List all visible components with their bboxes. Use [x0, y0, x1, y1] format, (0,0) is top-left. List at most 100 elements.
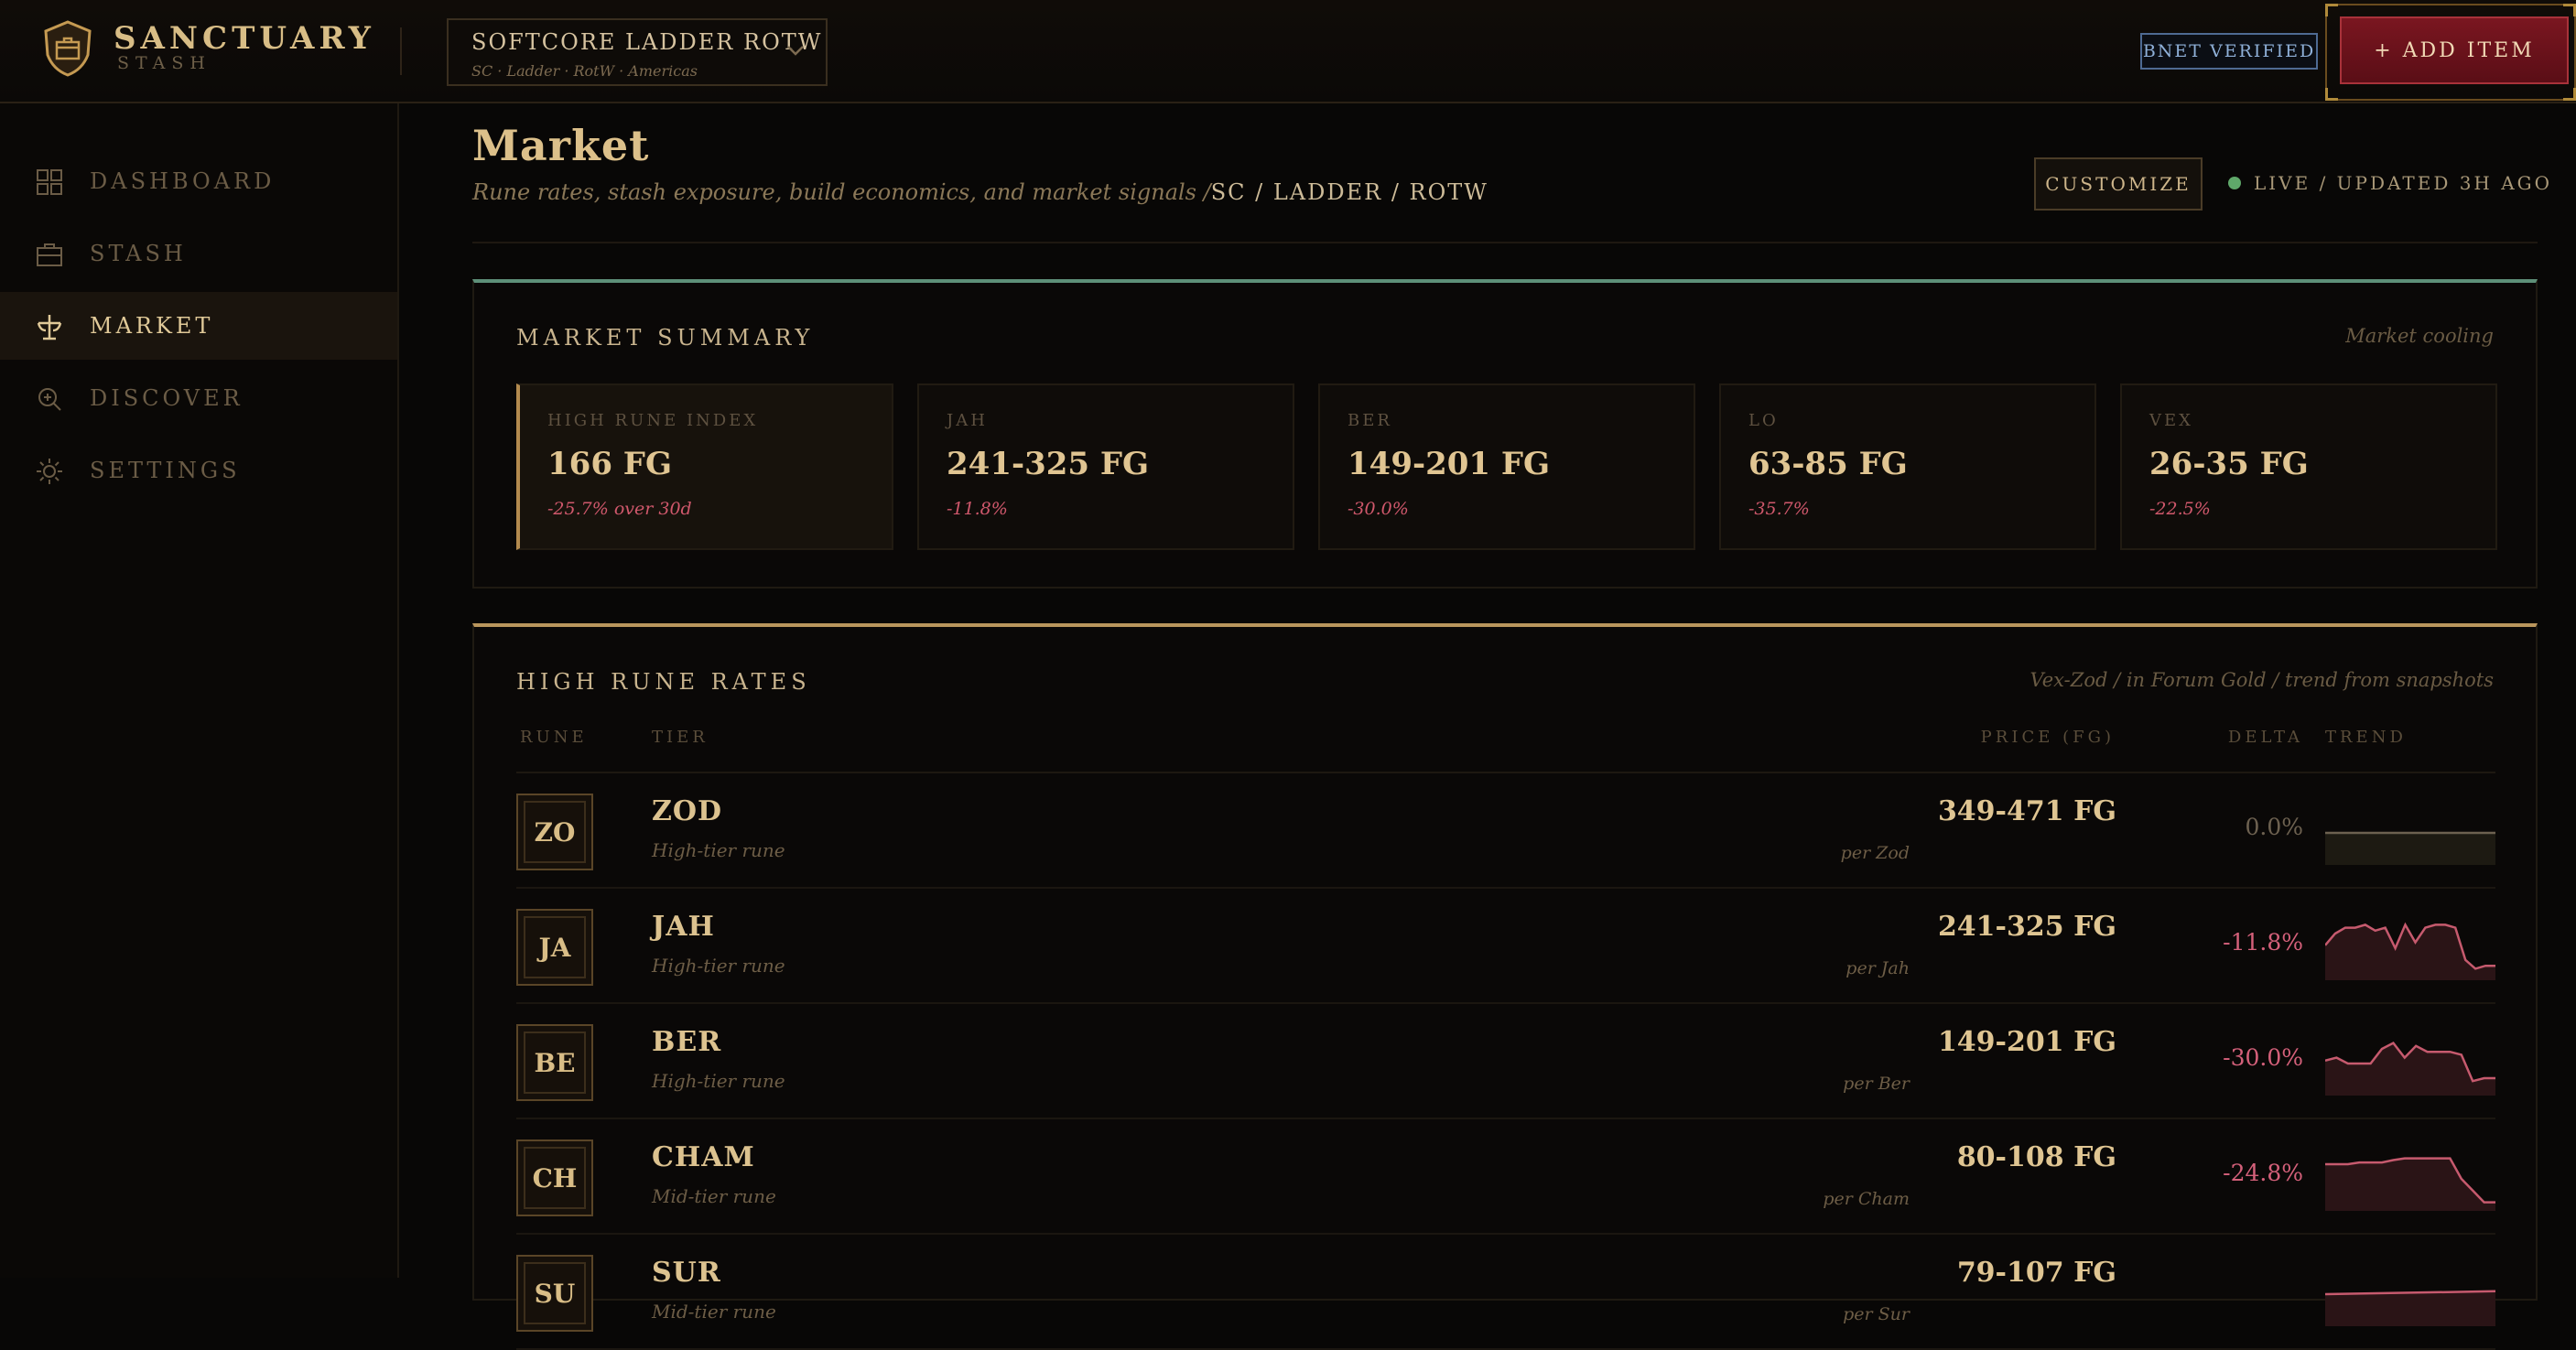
- market-summary-panel: MARKET SUMMARY Market cooling HIGH RUNE …: [472, 279, 2538, 589]
- gear-icon: [37, 459, 62, 484]
- brand-title: SANCTUARY: [114, 20, 375, 57]
- sidebar-item-market[interactable]: MARKET: [0, 292, 397, 360]
- rune-delta: 0.0%: [2245, 814, 2303, 840]
- shield-logo-icon: [44, 20, 92, 77]
- rune-name: BER: [652, 1026, 722, 1058]
- market-summary-note: Market cooling: [2345, 325, 2494, 347]
- trend-sparkline: [2325, 1290, 2495, 1326]
- rune-tier: Mid-tier rune: [652, 1185, 776, 1207]
- stat-card-vex[interactable]: VEX 26-35 FG -22.5%: [2120, 383, 2497, 550]
- rune-price-unit: per Jah: [1845, 958, 1910, 978]
- header-divider: [400, 27, 402, 75]
- stat-delta: -35.7%: [1748, 499, 1810, 519]
- stat-value: 149-201 FG: [1348, 446, 1551, 482]
- stat-card-ber[interactable]: BER 149-201 FG -30.0%: [1318, 383, 1695, 550]
- rune-abbr: JA: [524, 916, 586, 978]
- table-row[interactable]: SU SUR Mid-tier rune 79-107 FG per Sur: [516, 1235, 2495, 1350]
- stat-card-high-rune-index[interactable]: HIGH RUNE INDEX 166 FG -25.7% over 30d: [516, 383, 893, 550]
- sidebar-item-settings[interactable]: SETTINGS: [0, 437, 397, 504]
- column-header-rune[interactable]: RUNE: [520, 728, 588, 747]
- rune-badge: BE: [516, 1024, 593, 1101]
- stat-card-lo[interactable]: LO 63-85 FG -35.7%: [1719, 383, 2096, 550]
- breadcrumb: SC / LADDER / ROTW: [1210, 179, 1488, 205]
- rune-price: 80-108 FG: [1956, 1141, 2116, 1173]
- sidebar-item-stash[interactable]: STASH: [0, 220, 397, 287]
- sparkline-area: [2325, 1291, 2495, 1326]
- rune-price-unit: per Zod: [1840, 843, 1910, 863]
- rune-price-unit: per Cham: [1823, 1189, 1910, 1209]
- rune-tier: Mid-tier rune: [652, 1301, 776, 1323]
- rune-tier: High-tier rune: [652, 1070, 785, 1092]
- column-header-trend[interactable]: TREND: [2325, 728, 2407, 747]
- market-summary-title: MARKET SUMMARY: [516, 325, 815, 351]
- stat-value: 63-85 FG: [1748, 446, 1908, 482]
- high-rune-rates-panel: HIGH RUNE RATES Vex-Zod / in Forum Gold …: [472, 623, 2538, 1350]
- sidebar-item-label: MARKET: [90, 313, 214, 339]
- table-row[interactable]: CH CHAM Mid-tier rune 80-108 FG per Cham…: [516, 1119, 2495, 1235]
- sidebar-item-label: STASH: [90, 241, 187, 266]
- rune-delta: -24.8%: [2223, 1160, 2303, 1186]
- column-header-tier[interactable]: TIER: [652, 728, 709, 747]
- trend-sparkline: [2325, 831, 2495, 865]
- rune-delta: -11.8%: [2223, 929, 2303, 956]
- rune-badge: SU: [516, 1255, 593, 1332]
- table-row[interactable]: JA JAH High-tier rune 241-325 FG per Jah…: [516, 889, 2495, 1004]
- stat-delta: -30.0%: [1348, 499, 1409, 519]
- rune-price: 79-107 FG: [1956, 1257, 2116, 1289]
- stat-label: LO: [1748, 411, 1779, 430]
- briefcase-icon: [37, 243, 62, 266]
- column-header-delta[interactable]: DELTA: [2228, 728, 2303, 747]
- rune-tier: High-tier rune: [652, 839, 785, 861]
- top-bar: SANCTUARY STASH SOFTCORE LADDER ROTW SC …: [0, 0, 2576, 103]
- stat-card-jah[interactable]: JAH 241-325 FG -11.8%: [917, 383, 1294, 550]
- sidebar-item-label: SETTINGS: [90, 458, 241, 483]
- customize-button[interactable]: CUSTOMIZE: [2034, 157, 2203, 211]
- realm-selector[interactable]: SOFTCORE LADDER ROTW SC · Ladder · RotW …: [447, 18, 828, 86]
- sidebar-item-discover[interactable]: DISCOVER: [0, 364, 397, 432]
- column-header-price[interactable]: PRICE (FG): [1981, 728, 2115, 747]
- frame-corner: [2325, 4, 2338, 16]
- page-subtitle: Rune rates, stash exposure, build econom…: [472, 179, 1488, 205]
- live-status: LIVE / UPDATED 3H AGO: [2228, 172, 2552, 194]
- rune-badge: JA: [516, 909, 593, 986]
- stat-value: 26-35 FG: [2149, 446, 2309, 482]
- rune-price: 149-201 FG: [1937, 1026, 2116, 1058]
- rune-price: 241-325 FG: [1937, 911, 2116, 943]
- frame-corner: [2325, 88, 2338, 101]
- rune-name: ZOD: [652, 795, 723, 827]
- stat-value: 241-325 FG: [947, 446, 1150, 482]
- sidebar-item-dashboard[interactable]: DASHBOARD: [0, 147, 397, 215]
- header-divider-line: [472, 242, 2538, 243]
- stat-value: 166 FG: [547, 446, 672, 482]
- chevron-down-icon: [787, 46, 804, 56]
- add-item-button[interactable]: + ADD ITEM: [2340, 16, 2569, 84]
- rune-abbr: ZO: [524, 801, 586, 863]
- table-row[interactable]: ZO ZOD High-tier rune 349-471 FG per Zod…: [516, 773, 2495, 889]
- scales-icon: [37, 315, 62, 340]
- high-rune-rates-title: HIGH RUNE RATES: [516, 669, 811, 695]
- rune-price-unit: per Sur: [1843, 1304, 1910, 1324]
- live-status-text: LIVE / UPDATED 3H AGO: [2254, 172, 2553, 194]
- table-row[interactable]: BE BER High-tier rune 149-201 FG per Ber…: [516, 1004, 2495, 1119]
- stat-delta: -11.8%: [947, 499, 1008, 519]
- rune-name: SUR: [652, 1257, 721, 1289]
- frame-corner: [2563, 4, 2576, 16]
- rune-badge: CH: [516, 1139, 593, 1216]
- brand-subtitle: STASH: [117, 53, 211, 73]
- rune-badge: ZO: [516, 794, 593, 870]
- trend-sparkline: [2325, 1042, 2495, 1096]
- high-rune-rates-note: Vex-Zod / in Forum Gold / trend from sna…: [2029, 669, 2495, 691]
- page-title: Market: [472, 121, 650, 170]
- rune-price: 349-471 FG: [1937, 795, 2116, 827]
- trend-sparkline: [2325, 922, 2495, 980]
- rune-delta: -30.0%: [2223, 1044, 2303, 1071]
- sparkline-area: [2325, 833, 2495, 865]
- stat-label: HIGH RUNE INDEX: [547, 411, 759, 430]
- rune-name: JAH: [652, 911, 715, 943]
- rune-name: CHAM: [652, 1141, 755, 1173]
- stat-delta: -25.7% over 30d: [547, 499, 692, 519]
- stat-label: JAH: [947, 411, 988, 430]
- sidebar-item-label: DASHBOARD: [90, 168, 276, 194]
- stat-label: BER: [1348, 411, 1392, 430]
- sidebar: DASHBOARD STASH MARKET DISCOVER SETTINGS: [0, 103, 399, 1278]
